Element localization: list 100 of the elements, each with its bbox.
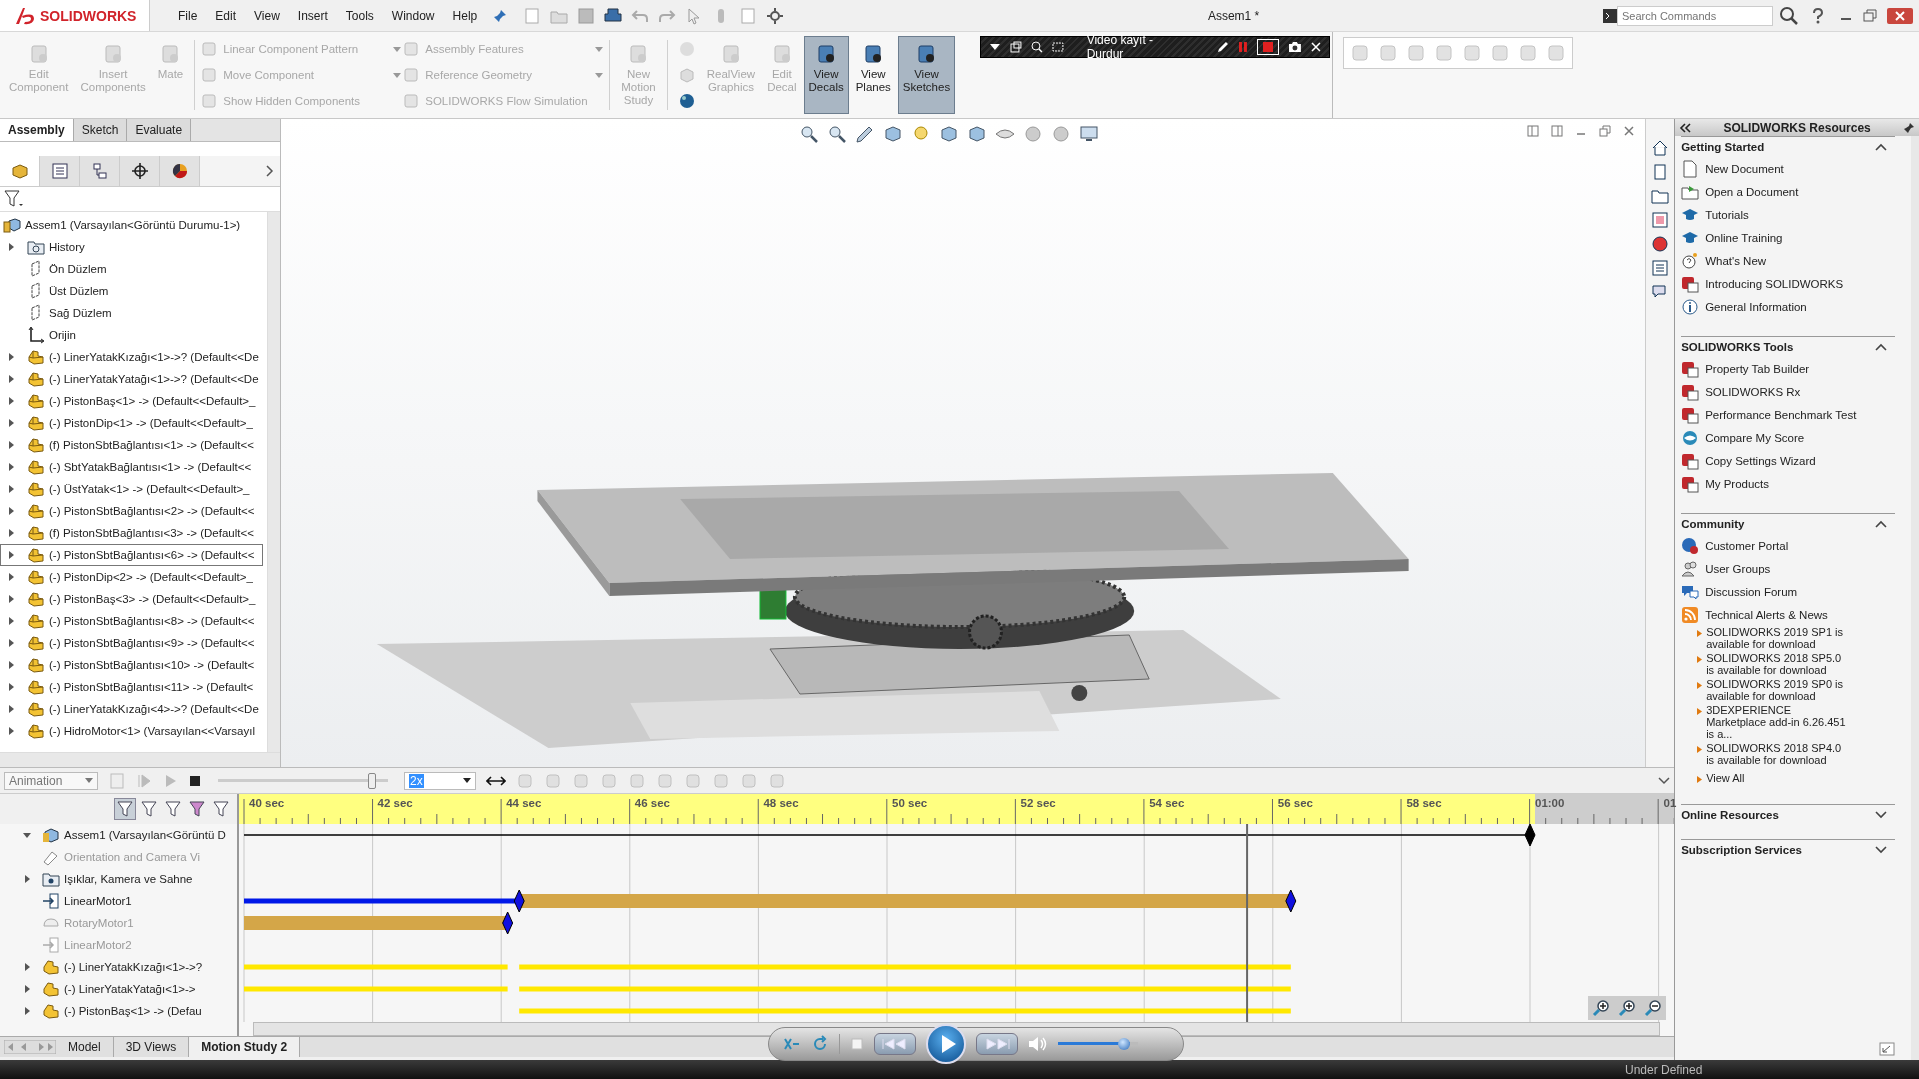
folder-icon[interactable] (1651, 187, 1670, 205)
resource-link[interactable]: Technical Alerts & News (1705, 608, 1828, 621)
tree-item[interactable]: (-) PistonSbtBağlantısı<10> -> (Default< (49, 659, 255, 671)
news-link[interactable]: SOLIDWORKS 2019 SP0 is available for download (1706, 678, 1847, 702)
repeat-icon[interactable] (811, 1035, 829, 1053)
tree-item[interactable]: (-) LinerYatakKızağı<1>->? (Default<<De (49, 351, 259, 363)
expand-arrow-icon[interactable] (7, 419, 15, 427)
menu-item[interactable]: View (246, 8, 288, 23)
expand-arrow-icon[interactable] (23, 1007, 31, 1015)
appearance-tab[interactable] (160, 156, 200, 186)
tab[interactable]: Model (56, 1037, 114, 1057)
tree-item[interactable]: (-) ÜstYatak<1> -> (Default<<Default>_ (49, 483, 250, 495)
tile-icon[interactable] (1527, 125, 1540, 137)
pause-icon[interactable] (1238, 41, 1249, 53)
study-tree-item[interactable]: (-) PistonBaş<1> -> (Defau (64, 1005, 202, 1017)
resource-link[interactable]: Online Training (1705, 231, 1783, 244)
resource-link[interactable]: What's New (1705, 254, 1767, 267)
study-tree-item[interactable]: Işıklar, Kamera ve Sahne (64, 873, 193, 885)
tree-item[interactable]: (-) PistonDip<2> -> (Default<<Default>_ (49, 571, 253, 583)
monitor-icon[interactable] (1079, 124, 1099, 144)
rewind-button[interactable] (874, 1033, 916, 1055)
tab[interactable]: Evaluate (127, 119, 192, 141)
expand-arrow-icon[interactable] (7, 617, 15, 625)
pin-icon[interactable] (493, 8, 508, 23)
expand-arrow-icon[interactable] (7, 639, 15, 647)
tree-item[interactable]: Orijin (49, 329, 76, 341)
menu-item[interactable]: Insert (289, 8, 336, 23)
tree-item[interactable]: (f) PistonSbtBağlantısı<1> -> (Default<< (49, 439, 254, 451)
expand-arrow-icon[interactable] (7, 551, 15, 559)
toolbar-button[interactable]: View Decals (803, 36, 849, 114)
expand-arrow-icon[interactable] (23, 985, 31, 993)
resource-link[interactable]: Introducing SOLIDWORKS (1705, 277, 1844, 290)
tree-item[interactable]: (-) LinerYatakKızağı<4>->? (Default<<De (49, 703, 259, 715)
pencil-icon[interactable] (1217, 41, 1230, 53)
chevron-icon[interactable] (1875, 846, 1887, 854)
keyframe-marker[interactable] (513, 889, 525, 913)
expand-arrow-icon[interactable] (23, 831, 31, 839)
expand-arrow-icon[interactable] (7, 661, 15, 669)
tab[interactable]: Assembly (0, 119, 74, 141)
expand-arrow-icon[interactable] (7, 375, 15, 383)
search-field[interactable]: Search Commands (1617, 5, 1773, 26)
help-icon[interactable] (1811, 7, 1825, 24)
menu-item[interactable]: Edit (207, 8, 245, 23)
pin-icon[interactable] (1903, 121, 1915, 134)
tree-item[interactable]: Sağ Düzlem (49, 307, 112, 319)
expand-arrow-icon[interactable] (23, 963, 31, 971)
tab[interactable]: Sketch (73, 119, 128, 141)
chevron-right-icon[interactable] (266, 165, 274, 177)
expand-arrow-icon[interactable] (7, 727, 15, 735)
zoom-in-icon[interactable] (1618, 999, 1637, 1017)
menu-item[interactable]: Help (444, 8, 486, 23)
tree-item[interactable]: Ön Düzlem (49, 263, 107, 275)
search-icon[interactable] (1779, 5, 1799, 26)
time-bar[interactable] (1246, 824, 1249, 1022)
resource-link[interactable]: My Products (1705, 477, 1770, 490)
tree-item[interactable]: History (49, 241, 85, 253)
menu-item[interactable]: File (170, 8, 206, 23)
section-title[interactable]: Subscription Services (1681, 844, 1802, 856)
double-arrow-icon[interactable] (486, 774, 506, 787)
tree-item[interactable]: (-) PistonDip<1> -> (Default<<Default>_ (49, 417, 253, 429)
news-link[interactable]: SOLIDWORKS 2019 SP1 is available for download (1706, 626, 1847, 650)
close-icon[interactable] (1311, 42, 1321, 52)
tree-item[interactable]: (-) LinerYatakYatağı<1>->? (Default<<De (49, 373, 259, 385)
tree-item[interactable]: (-) HidroMotor<1> (Varsayılan<<Varsayıl (49, 725, 255, 737)
resize-icon[interactable] (1879, 1042, 1895, 1056)
expand-arrow-icon[interactable] (7, 683, 15, 691)
home-icon[interactable] (1651, 139, 1670, 157)
resource-link[interactable]: Customer Portal (1705, 539, 1789, 552)
tree-item[interactable]: (-) SbtYatakBağlantısı<1> -> (Default<< (49, 461, 252, 473)
resource-link[interactable]: Property Tab Builder (1705, 362, 1810, 375)
news-link[interactable]: SOLIDWORKS 2018 SP4.0 is available for download (1706, 742, 1847, 766)
keyframe-marker[interactable] (1524, 824, 1536, 847)
expand-arrow-icon[interactable] (7, 595, 15, 603)
tree-item[interactable]: (-) PistonBaş<1> -> (Default<<Default>_ (49, 395, 256, 407)
section-title[interactable]: SOLIDWORKS Tools (1681, 341, 1794, 353)
slider-thumb[interactable] (368, 772, 377, 789)
chevron-down-icon[interactable] (1658, 776, 1671, 785)
fast-forward-button[interactable] (976, 1033, 1018, 1055)
zoom-out-icon[interactable] (1644, 999, 1663, 1017)
pencil-icon[interactable] (855, 124, 875, 144)
target-tab[interactable] (120, 156, 160, 186)
filter-icon[interactable] (115, 799, 135, 819)
time-ruler[interactable]: 40 sec 42 sec 44 sec 46 sec 48 sec 50 sec 52 sec 54 sec 56 sec 58 sec 01:00 01 (239, 794, 1675, 824)
play-button[interactable] (926, 1024, 966, 1064)
sphere-icon[interactable] (1651, 235, 1670, 253)
play-from-start-icon[interactable] (136, 772, 152, 789)
resource-link[interactable]: SOLIDWORKS Rx (1705, 385, 1801, 398)
view-all-link[interactable]: View All (1706, 772, 1847, 784)
region-icon[interactable] (1051, 41, 1064, 53)
expand-arrow-icon[interactable] (7, 397, 15, 405)
study-tree-item[interactable]: LinearMotor1 (64, 895, 132, 907)
expand-arrow-icon[interactable] (23, 875, 31, 883)
resource-link[interactable]: Performance Benchmark Test (1705, 408, 1857, 421)
resource-link[interactable]: Open a Document (1705, 185, 1799, 198)
menu-item[interactable]: Window (383, 8, 443, 23)
tree-item[interactable]: (f) PistonSbtBağlantısı<3> -> (Default<< (49, 527, 254, 539)
expand-arrow-icon[interactable] (7, 243, 15, 251)
expand-arrow-icon[interactable] (7, 485, 15, 493)
resource-link[interactable]: Compare My Score (1705, 431, 1805, 444)
tree-item[interactable]: (-) PistonSbtBağlantısı<9> -> (Default<< (49, 637, 255, 649)
